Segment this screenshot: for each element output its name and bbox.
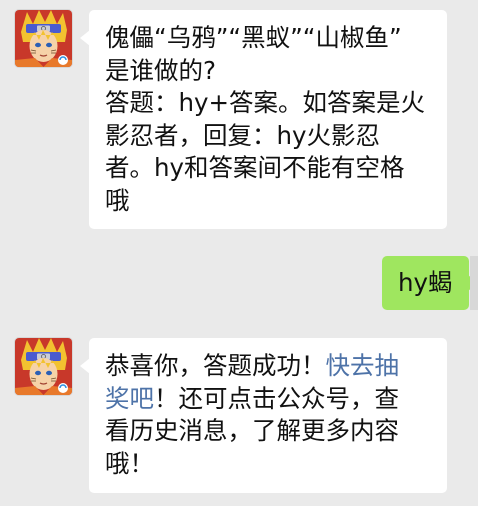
sender-avatar[interactable]: [15, 10, 72, 67]
lottery-link[interactable]: 奖吧: [105, 384, 154, 413]
message-text-line: 奖吧！还可点击公众号，查: [105, 383, 433, 416]
message-text-line: 看历史消息，了解更多内容: [105, 416, 399, 445]
message-text-line: 者。hy和答案间不能有空格: [105, 153, 405, 182]
message-text-line: 是谁做的?: [105, 55, 217, 85]
message-bubble-answer[interactable]: hy蝎: [382, 256, 478, 310]
own-avatar-edge: [470, 256, 478, 310]
naruto-avatar-icon: [15, 338, 72, 395]
message-text-line: 傀儡“乌鸦”“黑蚁”“山椒鱼”: [105, 23, 402, 52]
message-text-line: 恭喜你，答题成功！快去抽: [105, 350, 433, 383]
message-bubble-question[interactable]: 傀儡“乌鸦”“黑蚁”“山椒鱼” 是谁做的? 答题：hy+答案。如答案是火 影忍者…: [80, 10, 447, 229]
message-text-line: 答题：hy+答案。如答案是火: [105, 88, 426, 117]
message-text: 恭喜你，答题成功！: [105, 351, 326, 380]
message-text-line: 影忍者，回复：hy火影忍: [105, 120, 381, 150]
sender-avatar[interactable]: [15, 338, 72, 395]
lottery-link[interactable]: 快去抽: [326, 351, 400, 380]
message-text-line: 哦: [105, 185, 130, 215]
naruto-avatar-icon: [15, 10, 72, 67]
message-text: ！还可点击公众号，查: [154, 383, 399, 413]
message-bubble-result[interactable]: 恭喜你，答题成功！快去抽 奖吧！还可点击公众号，查 看历史消息，了解更多内容 哦…: [80, 338, 447, 493]
message-text: hy蝎: [398, 268, 453, 297]
message-text-line: 哦！: [105, 448, 154, 478]
